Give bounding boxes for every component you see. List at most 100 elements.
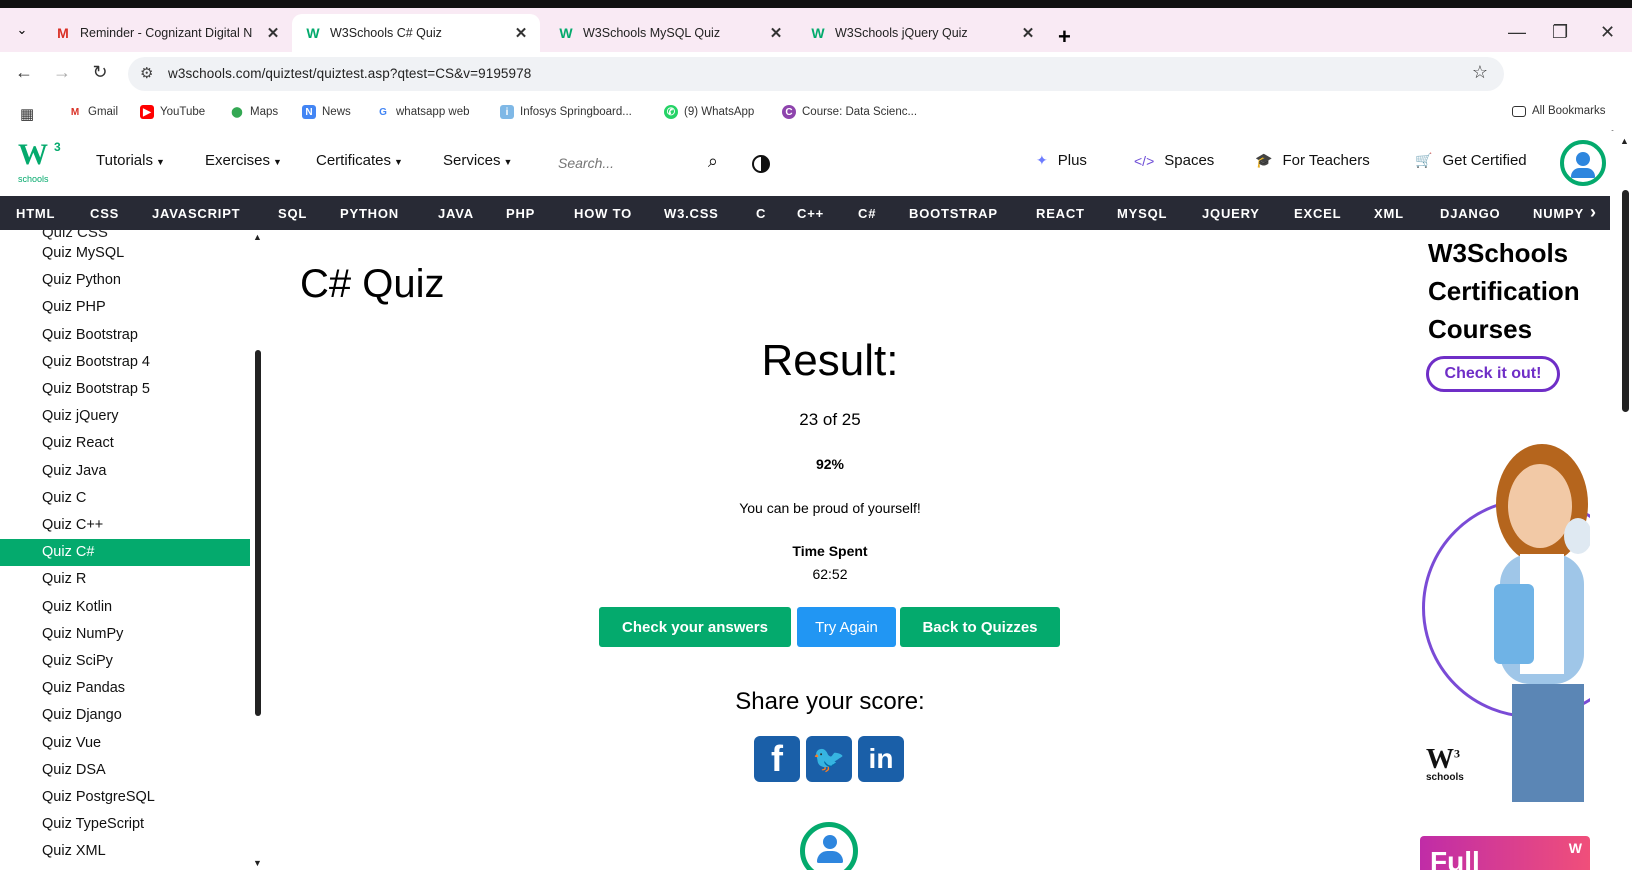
bookmark-whatsapp[interactable]: ✆ (9) WhatsApp — [664, 105, 754, 119]
apps-grid-icon[interactable]: ▦ — [20, 105, 34, 123]
user-account-icon[interactable] — [1560, 140, 1606, 186]
sidebar-item[interactable]: Quiz C — [0, 485, 250, 512]
site-settings-icon[interactable]: ⚙ — [140, 64, 153, 82]
sidebar-item[interactable]: Quiz NumPy — [0, 621, 250, 648]
topic-link[interactable]: HOW TO — [574, 206, 632, 221]
try-again-button[interactable]: Try Again — [797, 607, 896, 647]
sidebar-item[interactable]: Quiz Django — [0, 702, 250, 729]
tab-search-chevron-icon[interactable]: ⌄ — [10, 18, 34, 42]
sidebar-item[interactable]: Quiz Python — [0, 267, 250, 294]
bookmark-youtube[interactable]: ▶ YouTube — [140, 105, 205, 119]
w3schools-logo[interactable]: W 3 schools — [18, 140, 66, 186]
sidebar-item[interactable]: Quiz SciPy — [0, 648, 250, 675]
topic-link[interactable]: MYSQL — [1117, 206, 1167, 221]
sidebar-item[interactable]: Quiz C++ — [0, 512, 250, 539]
topic-link[interactable]: JAVASCRIPT — [152, 206, 240, 221]
topic-link[interactable]: PHP — [506, 206, 535, 221]
sidebar-item[interactable]: Quiz XML — [0, 838, 250, 865]
address-bar[interactable]: ⚙ w3schools.com/quiztest/quiztest.asp?qt… — [128, 57, 1504, 91]
sidebar-item[interactable]: Quiz MySQL — [0, 240, 250, 267]
scroll-down-arrow-icon[interactable]: ▼ — [253, 858, 262, 868]
tab-close-icon[interactable]: ✕ — [765, 24, 787, 42]
new-tab-plus-icon[interactable]: + — [1058, 24, 1071, 50]
sidebar-item[interactable]: Quiz PHP — [0, 294, 250, 321]
tab-csharp-quiz[interactable]: W W3Schools C# Quiz ✕ — [292, 14, 540, 52]
search-icon[interactable]: ⌕ — [708, 151, 718, 172]
back-arrow-icon[interactable]: ← — [12, 62, 36, 83]
sidebar-item[interactable]: Quiz jQuery — [0, 403, 250, 430]
minimize-icon[interactable]: — — [1508, 22, 1526, 43]
nav-plus[interactable]: ✦ Plus — [1036, 152, 1087, 169]
bookmark-news[interactable]: N News — [302, 105, 351, 119]
check-answers-button[interactable]: Check your answers — [599, 607, 791, 647]
dark-mode-toggle-icon[interactable] — [752, 155, 770, 173]
sidebar-item[interactable]: Quiz Bootstrap 5 — [0, 376, 250, 403]
topic-link[interactable]: XML — [1374, 206, 1404, 221]
sidebar-item[interactable]: Quiz Vue — [0, 730, 250, 757]
sidebar-scrollbar-thumb[interactable] — [255, 350, 261, 716]
nav-exercises[interactable]: Exercises ▼ — [205, 152, 282, 169]
topic-link[interactable]: JAVA — [438, 206, 474, 221]
nav-certificates[interactable]: Certificates ▼ — [316, 152, 403, 169]
page-scroll-up-icon[interactable]: ▲ — [1620, 136, 1629, 146]
topic-link[interactable]: W3.CSS — [664, 206, 719, 221]
topic-link[interactable]: REACT — [1036, 206, 1085, 221]
facebook-icon[interactable]: f — [754, 736, 800, 782]
sidebar-item[interactable]: Quiz TypeScript — [0, 811, 250, 838]
topic-link[interactable]: PYTHON — [340, 206, 399, 221]
reload-icon[interactable]: ↻ — [88, 62, 112, 83]
topic-link[interactable]: DJANGO — [1440, 206, 1500, 221]
nav-spaces[interactable]: </> Spaces — [1134, 152, 1214, 169]
twitter-icon[interactable]: 🐦 — [806, 736, 852, 782]
topic-link[interactable]: JQUERY — [1202, 206, 1260, 221]
tab-jquery-quiz[interactable]: W W3Schools jQuery Quiz ✕ — [797, 14, 1047, 52]
sidebar-item[interactable]: Quiz Bootstrap — [0, 322, 250, 349]
close-window-icon[interactable]: ✕ — [1600, 22, 1615, 43]
sidebar-item[interactable]: Quiz Pandas — [0, 675, 250, 702]
certification-ad[interactable]: W3Schools Certification Courses Check it… — [1420, 230, 1590, 802]
topic-link[interactable]: C++ — [797, 206, 824, 221]
user-account-icon[interactable] — [800, 822, 858, 870]
sidebar-item[interactable]: Quiz R — [0, 566, 250, 593]
bookmark-maps[interactable]: ⬤ Maps — [230, 105, 278, 119]
sidebar-item[interactable]: Quiz React — [0, 430, 250, 457]
bookmark-course[interactable]: C Course: Data Scienc... — [782, 105, 917, 119]
nav-get-certified[interactable]: 🛒 Get Certified — [1415, 152, 1527, 169]
scroll-up-arrow-icon[interactable]: ▲ — [253, 232, 262, 242]
tab-mysql-quiz[interactable]: W W3Schools MySQL Quiz ✕ — [545, 14, 795, 52]
tab-close-icon[interactable]: ✕ — [1017, 24, 1039, 42]
tab-gmail[interactable]: M Reminder - Cognizant Digital N ✕ — [42, 14, 292, 52]
tab-close-icon[interactable]: ✕ — [510, 24, 532, 42]
restore-icon[interactable]: ❐ — [1552, 22, 1568, 43]
tab-close-icon[interactable]: ✕ — [262, 24, 284, 42]
search-input[interactable] — [548, 148, 688, 178]
check-it-out-button[interactable]: Check it out! — [1426, 356, 1560, 392]
page-scrollbar-thumb[interactable] — [1622, 190, 1629, 412]
nav-for-teachers[interactable]: 🎓 For Teachers — [1255, 152, 1370, 169]
bookmark-whatsapp-web[interactable]: Gwhatsapp web — [376, 105, 470, 119]
url-text[interactable]: w3schools.com/quiztest/quiztest.asp?qtes… — [168, 66, 531, 81]
bookmark-infosys[interactable]: i Infosys Springboard... — [500, 105, 632, 119]
topic-link[interactable]: EXCEL — [1294, 206, 1341, 221]
sidebar-item[interactable]: Quiz Bootstrap 4 — [0, 349, 250, 376]
bookmark-gmail[interactable]: M Gmail — [68, 105, 118, 119]
topic-link[interactable]: C# — [858, 206, 876, 221]
nav-tutorials[interactable]: Tutorials ▼ — [96, 152, 165, 169]
sidebar-item[interactable]: Quiz DSA — [0, 757, 250, 784]
sidebar-item[interactable]: Quiz Kotlin — [0, 594, 250, 621]
forward-arrow-icon[interactable]: → — [50, 62, 74, 83]
topic-link[interactable]: C — [756, 206, 766, 221]
sidebar-item[interactable]: Quiz C# — [0, 539, 250, 567]
back-to-quizzes-button[interactable]: Back to Quizzes — [900, 607, 1060, 647]
topic-link[interactable]: BOOTSTRAP — [909, 206, 998, 221]
chevron-right-icon[interactable]: › — [1590, 202, 1596, 223]
sidebar-item[interactable]: Quiz PostgreSQL — [0, 784, 250, 811]
all-bookmarks[interactable]: All Bookmarks — [1512, 105, 1606, 117]
nav-services[interactable]: Services ▼ — [443, 152, 512, 169]
topic-link[interactable]: NUMPY — [1533, 206, 1584, 221]
second-ad[interactable]: Full W — [1420, 836, 1590, 870]
topic-link[interactable]: SQL — [278, 206, 307, 221]
sidebar-item[interactable]: Quiz Java — [0, 458, 250, 485]
bookmark-star-icon[interactable]: ☆ — [1472, 62, 1488, 83]
topic-link[interactable]: CSS — [90, 206, 119, 221]
